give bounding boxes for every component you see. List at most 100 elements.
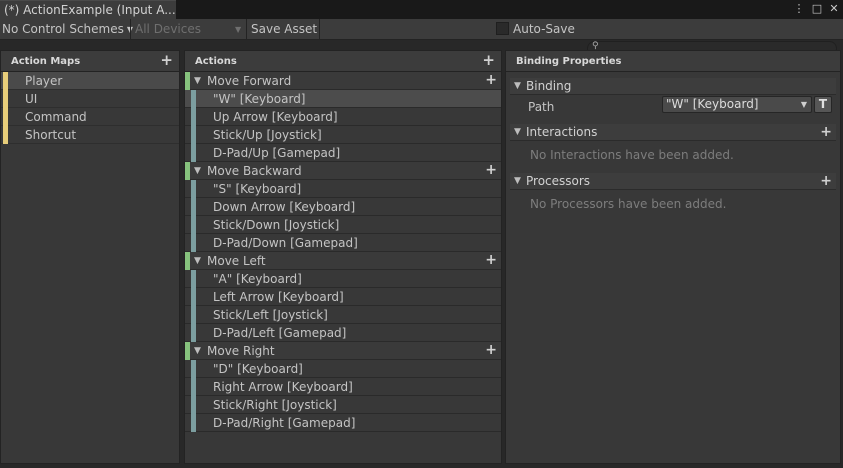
add-action-icon[interactable]: + — [482, 51, 495, 70]
map-color-marker — [3, 126, 8, 144]
binding-label: D-Pad/Right [Gamepad] — [213, 416, 356, 430]
action-map-item[interactable]: Command — [1, 108, 179, 126]
binding-row[interactable]: "D" [Keyboard] — [185, 360, 501, 378]
map-color-marker — [3, 108, 8, 126]
add-processor-icon[interactable]: + — [820, 173, 832, 189]
toolbar-divider — [246, 19, 247, 40]
action-maps-list: Player UI Command Shortcut — [1, 72, 179, 144]
actions-title: Actions — [195, 56, 237, 67]
save-asset-button[interactable]: Save Asset — [251, 19, 317, 40]
more-menu-icon[interactable]: ⋮ — [792, 0, 806, 19]
binding-row[interactable]: Right Arrow [Keyboard] — [185, 378, 501, 396]
binding-row[interactable]: D-Pad/Left [Gamepad] — [185, 324, 501, 342]
action-map-item[interactable]: Shortcut — [1, 126, 179, 144]
toolbar-divider — [319, 19, 320, 40]
action-map-label: UI — [25, 92, 38, 106]
binding-color-marker — [191, 108, 196, 126]
text-mode-button[interactable]: T — [814, 96, 832, 113]
processors-section-header[interactable]: ▼ Processors + — [510, 173, 836, 190]
action-color-marker — [185, 72, 190, 90]
close-icon[interactable]: ✕ — [827, 0, 841, 19]
action-row-move-left[interactable]: ▼ Move Left + — [185, 252, 501, 270]
path-value: "W" [Keyboard] — [666, 97, 759, 111]
devices-label: All Devices — [135, 22, 201, 36]
binding-properties-title: Binding Properties — [516, 56, 622, 67]
binding-row[interactable]: Left Arrow [Keyboard] — [185, 288, 501, 306]
binding-color-marker — [191, 216, 196, 234]
actions-header: Actions + — [185, 51, 501, 72]
add-binding-icon[interactable]: + — [485, 342, 497, 359]
action-row-move-forward[interactable]: ▼ Move Forward + — [185, 72, 501, 90]
action-color-marker — [185, 342, 190, 360]
binding-row[interactable]: "S" [Keyboard] — [185, 180, 501, 198]
path-label: Path — [528, 100, 555, 114]
properties-body: ▼ Binding Path ▼ Interactions + No Inter… — [506, 72, 840, 218]
autosave-label: Auto-Save — [513, 22, 575, 36]
action-maps-panel: Action Maps + Player UI Command Shortcut — [0, 50, 180, 464]
binding-row[interactable]: Stick/Left [Joystick] — [185, 306, 501, 324]
binding-color-marker — [191, 324, 196, 342]
binding-label: Up Arrow [Keyboard] — [213, 110, 338, 124]
expand-arrow-icon[interactable]: ▼ — [194, 72, 201, 90]
window-tab[interactable]: (*) ActionExample (Input A... — [0, 0, 176, 19]
binding-label: Down Arrow [Keyboard] — [213, 200, 356, 214]
add-action-map-icon[interactable]: + — [160, 51, 173, 70]
binding-label: Stick/Right [Joystick] — [213, 398, 337, 412]
binding-row[interactable]: Stick/Up [Joystick] — [185, 126, 501, 144]
autosave-checkbox[interactable] — [496, 22, 509, 35]
binding-row[interactable]: D-Pad/Down [Gamepad] — [185, 234, 501, 252]
binding-properties-header: Binding Properties — [506, 51, 840, 72]
binding-label: Stick/Left [Joystick] — [213, 308, 328, 322]
expand-arrow-icon[interactable]: ▼ — [194, 252, 201, 270]
action-label: Move Backward — [207, 164, 302, 178]
add-binding-icon[interactable]: + — [485, 162, 497, 179]
binding-color-marker — [191, 360, 196, 378]
processors-empty-note: No Processors have been added. — [530, 197, 727, 211]
binding-color-marker — [191, 126, 196, 144]
maximize-icon[interactable]: □ — [810, 0, 824, 19]
binding-row[interactable]: "W" [Keyboard] — [185, 90, 501, 108]
expand-arrow-icon[interactable]: ▼ — [514, 78, 521, 95]
path-dropdown[interactable]: "W" [Keyboard] ▼ — [662, 96, 812, 113]
binding-label: D-Pad/Left [Gamepad] — [213, 326, 347, 340]
binding-label: D-Pad/Down [Gamepad] — [213, 236, 358, 250]
interactions-section-header[interactable]: ▼ Interactions + — [510, 124, 836, 141]
binding-color-marker — [191, 144, 196, 162]
toolbar: No Control Schemes▼ All Devices ▼ Save As… — [0, 19, 843, 56]
binding-row[interactable]: "A" [Keyboard] — [185, 270, 501, 288]
add-interaction-icon[interactable]: + — [820, 124, 832, 140]
add-binding-icon[interactable]: + — [485, 72, 497, 89]
actions-tree: ▼ Move Forward + "W" [Keyboard] Up Arrow… — [185, 72, 501, 432]
binding-color-marker — [191, 396, 196, 414]
interactions-empty-note: No Interactions have been added. — [530, 148, 734, 162]
processors-section-label: Processors — [526, 174, 591, 188]
action-row-move-right[interactable]: ▼ Move Right + — [185, 342, 501, 360]
binding-section-header[interactable]: ▼ Binding — [510, 78, 836, 95]
action-row-move-backward[interactable]: ▼ Move Backward + — [185, 162, 501, 180]
binding-color-marker — [191, 198, 196, 216]
binding-color-marker — [191, 378, 196, 396]
binding-row[interactable]: D-Pad/Right [Gamepad] — [185, 414, 501, 432]
binding-color-marker — [191, 234, 196, 252]
binding-row[interactable]: Stick/Down [Joystick] — [185, 216, 501, 234]
action-map-item[interactable]: UI — [1, 90, 179, 108]
expand-arrow-icon[interactable]: ▼ — [514, 124, 521, 141]
binding-row[interactable]: D-Pad/Up [Gamepad] — [185, 144, 501, 162]
control-scheme-dropdown[interactable]: No Control Schemes▼ — [2, 19, 133, 40]
binding-row[interactable]: Up Arrow [Keyboard] — [185, 108, 501, 126]
expand-arrow-icon[interactable]: ▼ — [514, 173, 521, 190]
action-label: Move Forward — [207, 74, 292, 88]
binding-label: Stick/Down [Joystick] — [213, 218, 340, 232]
binding-row[interactable]: Stick/Right [Joystick] — [185, 396, 501, 414]
action-map-item[interactable]: Player — [1, 72, 179, 90]
devices-dropdown[interactable]: All Devices ▼ — [135, 19, 241, 40]
binding-label: "A" [Keyboard] — [213, 272, 302, 286]
action-map-label: Shortcut — [25, 128, 77, 142]
toolbar-divider — [130, 19, 131, 40]
chevron-down-icon: ▼ — [800, 100, 807, 109]
expand-arrow-icon[interactable]: ▼ — [194, 162, 201, 180]
action-map-label: Player — [25, 74, 63, 88]
expand-arrow-icon[interactable]: ▼ — [194, 342, 201, 360]
binding-row[interactable]: Down Arrow [Keyboard] — [185, 198, 501, 216]
add-binding-icon[interactable]: + — [485, 252, 497, 269]
